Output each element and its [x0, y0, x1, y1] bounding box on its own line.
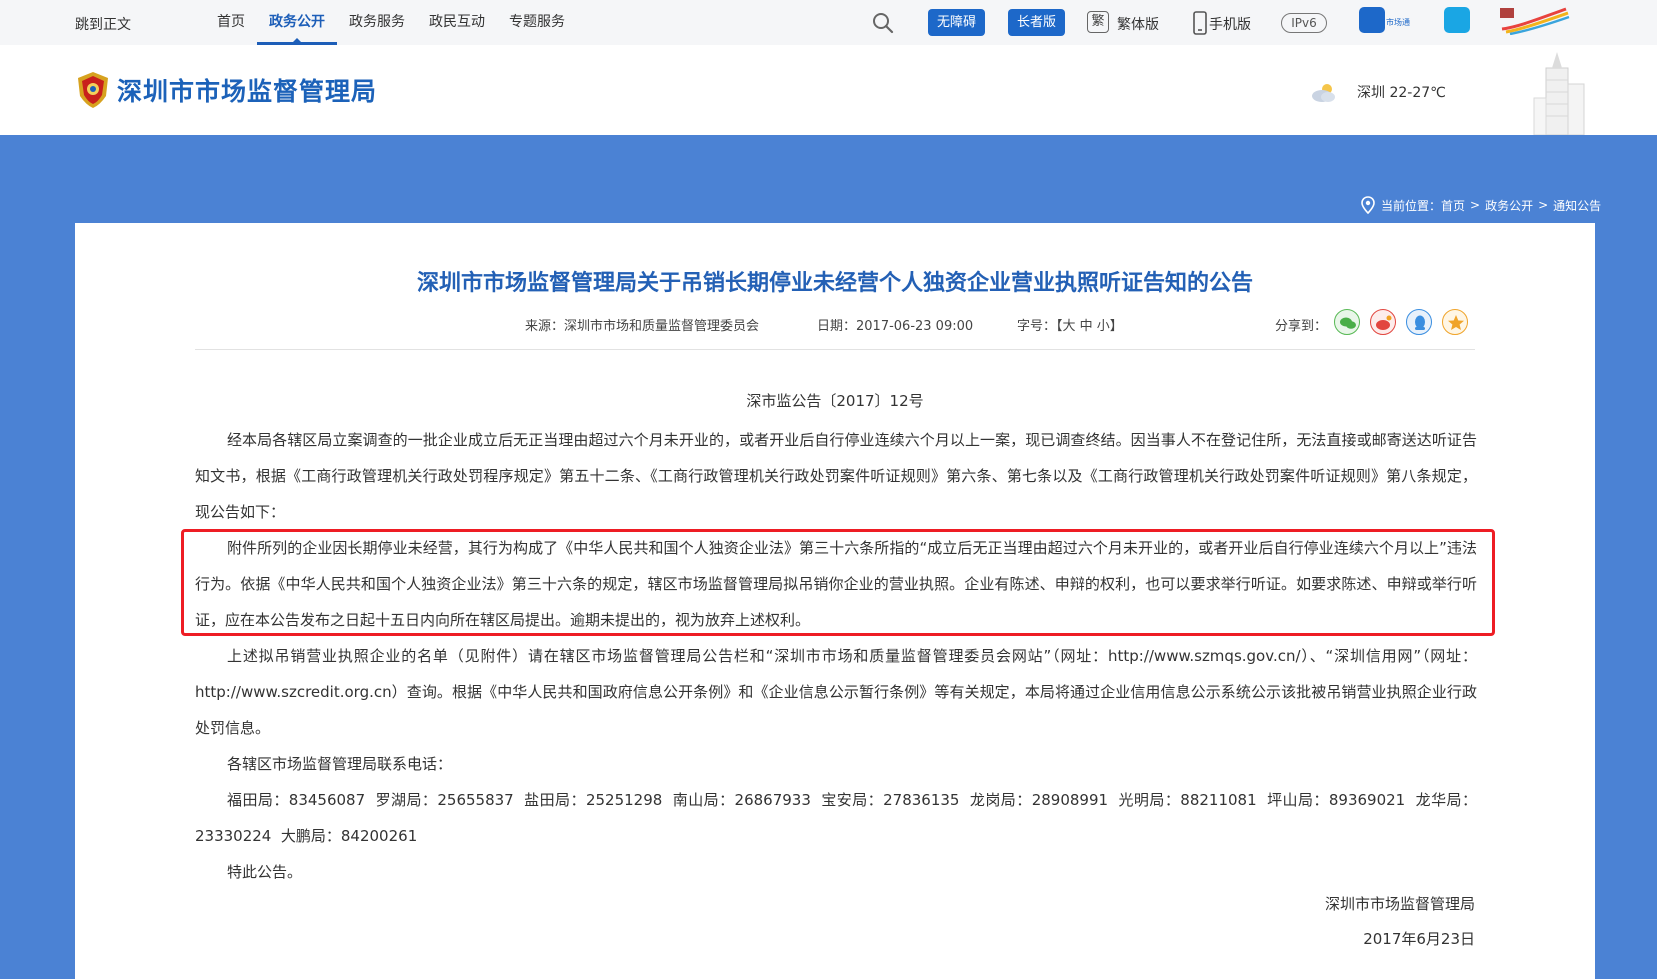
site-name[interactable]: 深圳市市场监督管理局: [117, 72, 377, 108]
location-pin-icon: [1361, 196, 1375, 214]
breadcrumb-home[interactable]: 首页: [1441, 197, 1465, 214]
paragraph-list-query: 上述拟吊销营业执照企业的名单（见附件）请在辖区市场监督管理局公告栏和“深圳市市场…: [195, 647, 1477, 737]
main-nav: 首页 政务公开 政务服务 政民互动 专题服务: [205, 0, 577, 45]
app-icon[interactable]: [1444, 7, 1470, 33]
signature-organization: 深圳市市场监督管理局: [1324, 895, 1475, 913]
skip-to-content-link[interactable]: 跳到正文: [75, 14, 131, 34]
search-icon[interactable]: [872, 12, 894, 34]
breadcrumb-prefix: 当前位置：: [1381, 198, 1442, 213]
nav-government-services[interactable]: 政务服务: [337, 0, 417, 45]
breadcrumb-notices[interactable]: 通知公告: [1553, 197, 1601, 214]
paragraph-highlighted: 附件所列的企业因长期停业未经营，其行为构成了《中华人民共和国个人独资企业法》第三…: [195, 539, 1477, 629]
breadcrumb-separator: >: [1470, 198, 1481, 212]
nav-public-interaction[interactable]: 政民互动: [417, 0, 497, 45]
building-illustration-icon: [1533, 52, 1585, 135]
weather-text: 深圳 22-27℃: [1357, 85, 1446, 101]
nav-government-affairs[interactable]: 政务公开: [257, 0, 337, 45]
favorite-star-icon[interactable]: [1442, 309, 1468, 335]
qq-share-icon[interactable]: [1406, 309, 1432, 335]
market-app-label: 市场通: [1386, 18, 1410, 27]
shenzhen-logo-icon: [1500, 7, 1570, 35]
breadcrumb: 当前位置： 首页 > 政务公开 > 通知公告: [1361, 196, 1601, 214]
article-date: 日期：2017-06-23 09:00: [817, 319, 974, 334]
weather-cloudy-icon: [1312, 84, 1335, 102]
paragraph-closing: 特此公告。: [227, 863, 303, 881]
breadcrumb-government-affairs[interactable]: 政务公开: [1485, 197, 1533, 214]
article-body: 经本局各辖区局立案调查的一批企业成立后无正当理由超过六个月未开业的，或者开业后自…: [195, 422, 1477, 890]
elder-mode-button[interactable]: 长者版: [1008, 9, 1066, 36]
paragraph-intro: 经本局各辖区局立案调查的一批企业成立后无正当理由超过六个月未开业的，或者开业后自…: [195, 431, 1477, 521]
mobile-phone-icon[interactable]: [1193, 11, 1207, 35]
article-title: 深圳市市场监督管理局关于吊销长期停业未经营个人独资企业营业执照听证告知的公告: [416, 271, 1253, 296]
article-source: 来源：深圳市市场和质量监督管理委员会: [525, 319, 760, 334]
site-header: 深圳市市场监督管理局 深圳 22-27℃: [0, 45, 1657, 135]
paragraph-contact-heading: 各辖区市场监督管理局联系电话：: [227, 755, 453, 773]
paragraph-contact-phones: 福田局：83456087 罗湖局：25655837 盐田局：25251298 南…: [195, 791, 1477, 845]
font-size-selector[interactable]: 字号：【大 中 小】: [1017, 315, 1123, 334]
title-divider: [195, 349, 1475, 350]
ipv6-badge: IPv6: [1281, 13, 1327, 33]
top-bar: 跳到正文 首页 政务公开 政务服务 政民互动 专题服务 无障碍 长者版 繁 繁体…: [0, 0, 1657, 45]
article-card: 深圳市市场监督管理局关于吊销长期停业未经营个人独资企业营业执照听证告知的公告 来…: [75, 223, 1595, 979]
weibo-share-icon[interactable]: [1370, 309, 1396, 335]
emblem-icon: [78, 72, 108, 108]
accessibility-button[interactable]: 无障碍: [928, 9, 986, 36]
signature-date: 2017年6月23日: [1363, 930, 1475, 948]
document-number: 深市监公告〔2017〕12号: [746, 392, 924, 410]
mobile-version-link[interactable]: 手机版: [1209, 14, 1251, 34]
breadcrumb-separator: >: [1538, 198, 1549, 212]
nav-home[interactable]: 首页: [205, 0, 257, 45]
nav-special-services[interactable]: 专题服务: [497, 0, 577, 45]
traditional-chinese-link[interactable]: 繁体版: [1117, 14, 1159, 34]
wechat-share-icon[interactable]: [1334, 309, 1360, 335]
market-app-icon[interactable]: [1359, 7, 1385, 33]
share-label: 分享到：: [1275, 319, 1328, 334]
traditional-chinese-icon[interactable]: 繁: [1087, 11, 1109, 33]
